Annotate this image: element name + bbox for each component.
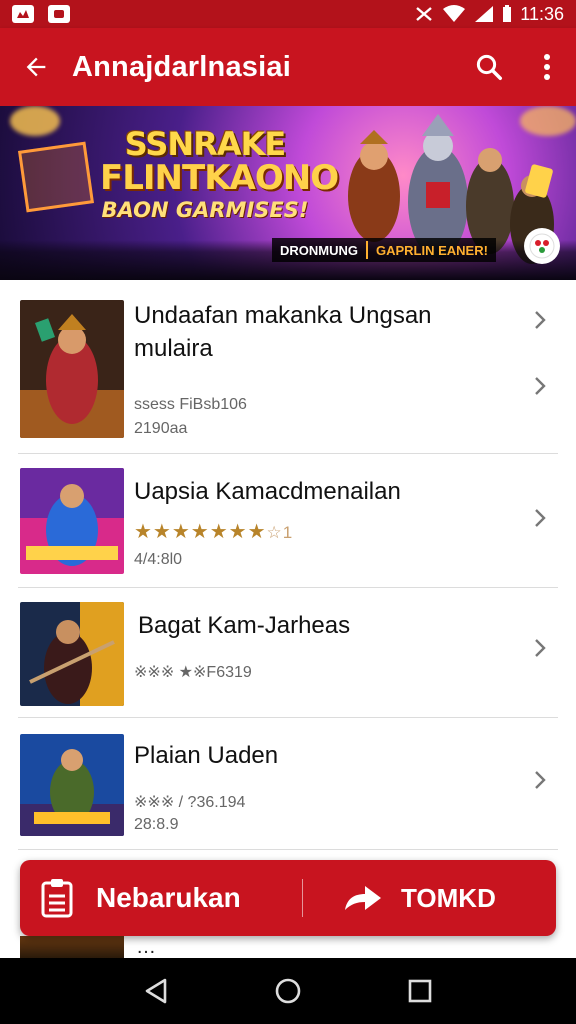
neon-sign bbox=[18, 141, 94, 213]
game-thumbnail bbox=[20, 468, 124, 574]
game-meta: ※※※ / ?36.194 bbox=[134, 794, 246, 811]
nav-recents-button[interactable] bbox=[390, 961, 450, 1021]
search-icon bbox=[476, 54, 502, 80]
bottom-action-bar: Nebarukan TOMKD bbox=[20, 860, 556, 936]
banner-title-line1: SSNRAKE bbox=[124, 125, 287, 163]
list-item[interactable]: Plaian Uaden ※※※ / ?36.194 28:8.9 bbox=[18, 718, 558, 850]
chevron-right-icon bbox=[535, 311, 546, 329]
game-meta: ※※※ ★※F6319 bbox=[134, 664, 252, 681]
rating-extra: ☆1 bbox=[266, 523, 294, 542]
share-button[interactable]: TOMKD bbox=[303, 860, 556, 936]
update-button-label: Nebarukan bbox=[96, 882, 241, 913]
chevron-right-icon bbox=[535, 771, 546, 789]
app-bar: Annajdarlnasiai bbox=[0, 28, 576, 106]
game-thumbnail bbox=[20, 602, 124, 706]
signal-icon bbox=[475, 6, 494, 22]
system-nav-bar bbox=[0, 958, 576, 1024]
nav-home-button[interactable] bbox=[258, 961, 318, 1021]
banner-caption-strip: DRONMUNG GAPRLIN EANER! bbox=[272, 238, 496, 262]
game-title: Plaian Uaden bbox=[134, 742, 279, 769]
game-meta-secondary: 2190aa bbox=[134, 420, 188, 437]
game-meta: 4/4:8l0 bbox=[134, 551, 183, 568]
banner-title-line2: FLINTKAONO bbox=[100, 158, 339, 198]
rating-filled: ★★★★★★★ bbox=[134, 521, 267, 543]
clipboard-list-icon bbox=[41, 879, 73, 918]
rating-stars: ★★★★★★★☆1 bbox=[134, 519, 293, 544]
game-title: Undaafan makanka Ungsan bbox=[134, 302, 432, 329]
nav-back-icon bbox=[145, 978, 167, 1004]
page-title: Annajdarlnasiai bbox=[72, 50, 291, 83]
chevron-right-icon bbox=[535, 639, 546, 657]
status-bar: 11:36 bbox=[0, 0, 576, 28]
nav-home-icon bbox=[275, 978, 301, 1004]
back-button[interactable] bbox=[0, 28, 72, 106]
game-thumbnail bbox=[20, 300, 124, 438]
update-button[interactable]: Nebarukan bbox=[20, 860, 302, 936]
game-title-partial: … bbox=[136, 936, 156, 958]
list-item[interactable]: Undaafan makanka Ungsan mulaira ssess Fi… bbox=[18, 280, 558, 454]
nav-back-button[interactable] bbox=[126, 961, 186, 1021]
banner-caption-right: GAPRLIN EANER! bbox=[376, 242, 488, 258]
list-item[interactable]: Bagat Kam-Jarheas ※※※ ★※F6319 bbox=[18, 588, 558, 718]
mute-icon bbox=[416, 7, 433, 21]
status-time: 11:36 bbox=[520, 3, 564, 24]
nav-recents-icon bbox=[408, 979, 432, 1003]
game-subtitle: mulaira bbox=[134, 335, 213, 362]
chevron-right-icon bbox=[535, 377, 546, 395]
back-arrow-icon bbox=[26, 57, 46, 77]
game-meta: ssess FiBsb106 bbox=[134, 396, 247, 413]
brand-logo bbox=[524, 228, 560, 264]
share-button-label: TOMKD bbox=[401, 882, 496, 913]
game-thumbnail bbox=[20, 734, 124, 836]
notification-icon bbox=[48, 5, 70, 23]
more-vert-icon bbox=[544, 54, 550, 80]
wifi-icon bbox=[443, 5, 466, 22]
game-title: Bagat Kam-Jarheas bbox=[138, 612, 351, 639]
banner-title-line3: BAON GARMISES! bbox=[101, 198, 309, 222]
more-options-button[interactable] bbox=[518, 28, 576, 106]
list-item[interactable]: Uapsia Kamacdmenailan ★★★★★★★☆1 4/4:8l0 bbox=[18, 454, 558, 588]
notification-icon bbox=[12, 5, 34, 23]
game-title: Uapsia Kamacdmenailan bbox=[134, 478, 401, 505]
search-button[interactable] bbox=[460, 28, 518, 106]
battery-icon bbox=[503, 5, 512, 22]
share-arrow-icon bbox=[345, 886, 381, 910]
chevron-right-icon bbox=[535, 509, 546, 527]
game-thumbnail-partial bbox=[20, 936, 124, 958]
banner-title: SSNRAKE FLINTKAONO BAON GARMISES! bbox=[100, 125, 339, 224]
game-meta-secondary: 28:8.9 bbox=[134, 816, 179, 833]
logo-icon bbox=[529, 233, 555, 259]
banner-caption-left: DRONMUNG bbox=[280, 242, 358, 258]
stage-light bbox=[10, 106, 60, 136]
